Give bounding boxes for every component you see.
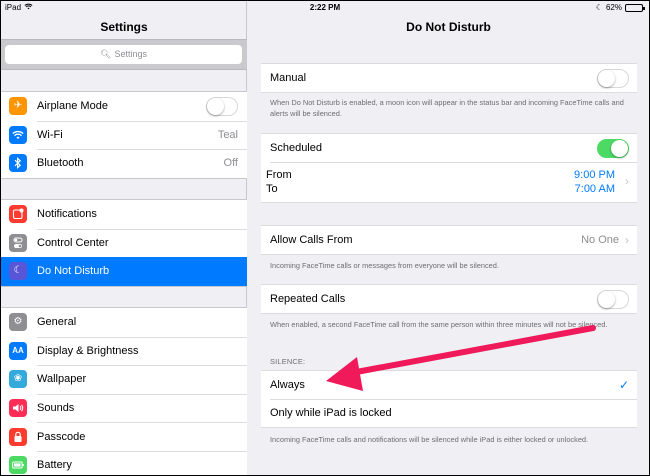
repeated-calls-card: Repeated Calls	[261, 284, 637, 314]
gear-icon: ⚙	[9, 313, 27, 332]
page-title: Do Not Disturb	[406, 20, 491, 34]
chevron-right-icon: ›	[625, 233, 629, 247]
sidebar-item-label: Battery	[37, 459, 72, 472]
bluetooth-value: Off	[223, 157, 238, 170]
sidebar-item-label: Control Center	[37, 236, 109, 249]
settings-sidebar: Settings 🔍︎ Settings ✈ Airplane Mode Wi-F…	[1, 1, 247, 475]
checkmark-icon: ✓	[618, 378, 629, 392]
sidebar-item-display-brightness[interactable]: AA Display & Brightness	[1, 336, 247, 366]
manual-toggle[interactable]	[597, 68, 629, 88]
scheduled-toggle[interactable]	[597, 138, 629, 158]
moon-status-icon: ☾	[595, 3, 603, 12]
manual-label: Manual	[270, 72, 307, 84]
scheduled-label: Scheduled	[270, 142, 322, 154]
silence-option-label: Only while iPad is locked	[270, 407, 392, 419]
from-label: From	[266, 169, 292, 181]
silence-note: Incoming FaceTime calls and notification…	[270, 435, 589, 444]
sidebar-item-label: Airplane Mode	[37, 100, 108, 113]
battery-icon	[9, 456, 27, 475]
wifi-value: Teal	[217, 128, 238, 141]
sidebar-item-bluetooth[interactable]: Bluetooth Off	[1, 149, 247, 178]
schedule-times-row[interactable]: From To 9:00 PM 7:00 AM ›	[261, 162, 637, 202]
sidebar-title: Settings	[100, 20, 148, 34]
moon-icon: ☾	[9, 262, 27, 281]
repeated-calls-label: Repeated Calls	[270, 293, 346, 305]
sidebar-item-airplane-mode[interactable]: ✈ Airplane Mode	[1, 92, 247, 121]
allow-calls-label: Allow Calls From	[270, 234, 353, 246]
battery-percent: 62%	[605, 3, 622, 12]
notifications-icon	[9, 205, 27, 224]
airplane-mode-toggle[interactable]	[206, 96, 238, 116]
search-placeholder: Settings	[114, 49, 147, 59]
sidebar-item-do-not-disturb[interactable]: ☾ Do Not Disturb	[1, 257, 247, 286]
repeated-calls-toggle[interactable]	[597, 289, 629, 309]
sidebar-item-label: General	[37, 316, 77, 329]
allow-calls-note: Incoming FaceTime calls or messages from…	[270, 261, 499, 270]
sidebar-item-label: Notifications	[37, 208, 97, 221]
sidebar-item-label: Wallpaper	[37, 373, 87, 386]
manual-card: Manual	[261, 63, 637, 93]
sidebar-item-notifications[interactable]: Notifications	[1, 200, 247, 229]
sidebar-item-sounds[interactable]: Sounds	[1, 393, 247, 423]
sidebar-item-passcode[interactable]: Passcode	[1, 422, 247, 451]
settings-group-general: ⚙ General AA Display & Brightness ❀ Wall…	[1, 307, 247, 475]
display-icon: AA	[9, 341, 27, 360]
settings-group-notifications: Notifications Control Center ☾ Do Not Di…	[1, 199, 247, 287]
from-time: 9:00 PM	[574, 169, 615, 181]
sidebar-item-control-center[interactable]: Control Center	[1, 228, 247, 258]
sidebar-item-wallpaper[interactable]: ❀ Wallpaper	[1, 365, 247, 394]
allow-calls-card: Allow Calls From No One ›	[261, 225, 637, 255]
sidebar-item-battery[interactable]: Battery	[1, 450, 247, 475]
scheduled-row: Scheduled	[261, 134, 637, 162]
wallpaper-icon: ❀	[9, 370, 27, 389]
repeated-calls-row: Repeated Calls	[261, 285, 637, 313]
to-time: 7:00 AM	[574, 183, 615, 195]
sidebar-item-label: Wi-Fi	[37, 128, 63, 141]
silence-option-label: Always	[270, 379, 305, 391]
silence-card: Always ✓ Only while iPad is locked	[261, 370, 637, 428]
search-input[interactable]: 🔍︎ Settings	[5, 45, 242, 64]
allow-calls-value: No One	[581, 234, 619, 246]
airplane-icon: ✈	[9, 97, 27, 116]
sidebar-item-wifi[interactable]: Wi-Fi Teal	[1, 120, 247, 150]
scheduled-card: Scheduled From To 9:00 PM 7:00 AM ›	[261, 133, 637, 203]
manual-note: When Do Not Disturb is enabled, a moon i…	[270, 98, 624, 118]
repeated-calls-note: When enabled, a second FaceTime call fro…	[270, 320, 608, 329]
detail-pane: Do Not Disturb Manual When Do Not Distur…	[248, 1, 649, 475]
settings-group-connectivity: ✈ Airplane Mode Wi-Fi Teal Bluetooth Off	[1, 91, 247, 179]
status-time: 2:22 PM	[309, 3, 341, 12]
sounds-icon	[9, 399, 27, 418]
sidebar-item-label: Passcode	[37, 430, 86, 443]
chevron-right-icon: ›	[625, 174, 629, 188]
control-center-icon	[9, 233, 27, 252]
allow-calls-row[interactable]: Allow Calls From No One ›	[261, 226, 637, 254]
silence-option-always[interactable]: Always ✓	[261, 371, 637, 399]
sidebar-item-label: Sounds	[37, 402, 75, 415]
bluetooth-icon	[9, 154, 27, 173]
sidebar-item-general[interactable]: ⚙ General	[1, 308, 247, 337]
sidebar-item-label: Bluetooth	[37, 157, 84, 170]
battery-status-icon	[625, 3, 645, 12]
manual-row: Manual	[261, 64, 637, 92]
ipad-screen: Settings 🔍︎ Settings ✈ Airplane Mode Wi-F…	[1, 1, 649, 475]
status-bar: iPad 2:22 PM ☾ 62%	[1, 1, 649, 15]
search-icon: 🔍︎	[100, 49, 112, 59]
lock-icon	[9, 427, 27, 446]
search-bar: 🔍︎ Settings	[1, 39, 247, 70]
to-label: To	[266, 183, 278, 195]
sidebar-item-label: Do Not Disturb	[37, 265, 110, 278]
silence-option-locked[interactable]: Only while iPad is locked	[261, 399, 637, 427]
wifi-icon	[9, 125, 27, 144]
sidebar-item-label: Display & Brightness	[37, 344, 139, 357]
silence-header: SILENCE:	[270, 357, 306, 366]
